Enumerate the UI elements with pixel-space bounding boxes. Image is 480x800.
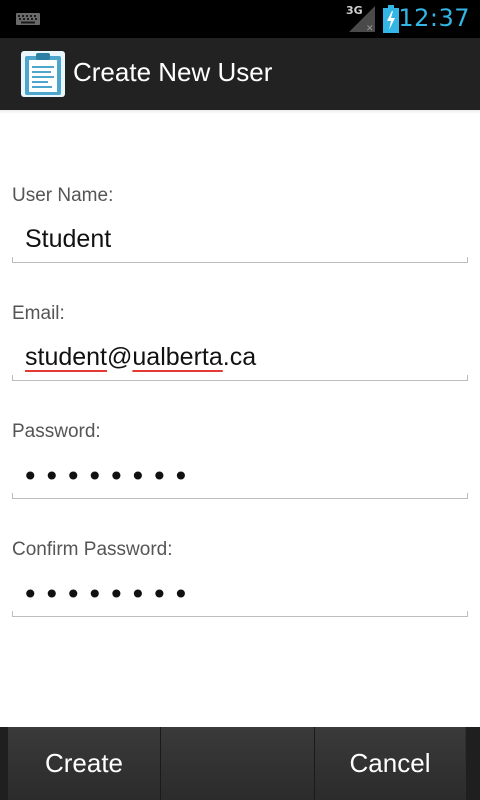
cancel-button[interactable]: Cancel xyxy=(315,727,465,800)
username-value: Student xyxy=(25,225,112,253)
username-field[interactable]: Student xyxy=(12,217,468,263)
button-bar-left-edge xyxy=(0,727,8,800)
email-label: Email: xyxy=(12,303,65,324)
network-type-label: 3G xyxy=(346,4,363,17)
confirm-password-masked-value: •••••••• xyxy=(22,578,195,611)
confirm-password-label: Confirm Password: xyxy=(12,539,173,560)
email-underline xyxy=(12,375,468,381)
create-button[interactable]: Create xyxy=(8,727,160,800)
password-underline xyxy=(12,493,468,499)
email-part-tld: .ca xyxy=(222,343,257,371)
keyboard-icon xyxy=(16,13,40,25)
username-label: User Name: xyxy=(12,185,114,206)
status-bar: ✕ 3G 12:37 xyxy=(0,0,480,38)
email-field[interactable]: student@ualberta.ca xyxy=(12,335,468,381)
page-title: Create New User xyxy=(73,57,273,87)
status-clock: 12:37 xyxy=(398,4,470,32)
username-underline xyxy=(12,257,468,263)
password-label: Password: xyxy=(12,421,101,442)
action-bar-shadow xyxy=(0,110,480,114)
svg-text:✕: ✕ xyxy=(366,24,374,32)
button-bar: Create Cancel xyxy=(0,727,480,800)
email-part-at: @ xyxy=(107,343,133,371)
confirm-password-field[interactable]: •••••••• xyxy=(12,571,468,617)
password-masked-value: •••••••• xyxy=(22,460,195,493)
clipboard-icon[interactable] xyxy=(21,51,65,97)
password-field[interactable]: •••••••• xyxy=(12,453,468,499)
battery-charging-icon xyxy=(383,5,399,33)
email-value: student@ualberta.ca xyxy=(25,343,256,372)
button-bar-spacer xyxy=(161,727,314,800)
confirm-password-underline xyxy=(12,611,468,617)
action-bar: Create New User xyxy=(0,38,480,111)
email-part-domain: ualberta xyxy=(132,343,223,371)
button-bar-right-edge xyxy=(466,727,480,800)
email-part-user: student xyxy=(25,343,108,371)
